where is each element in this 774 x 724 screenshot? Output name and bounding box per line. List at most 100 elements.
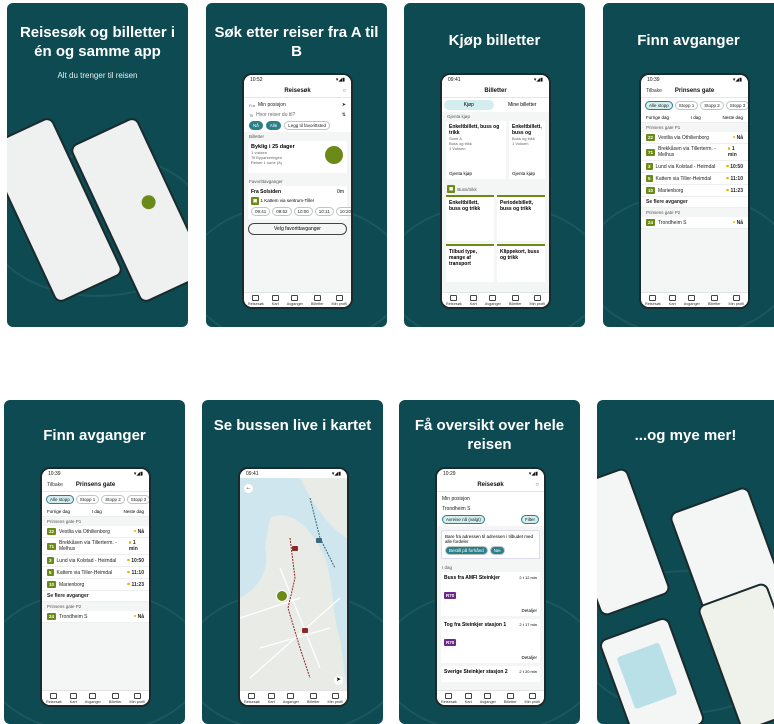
previous-day-button[interactable]: Forrige dag [47,509,70,514]
back-link[interactable]: Tilbake [646,88,662,94]
tab-profile[interactable]: Min profil [729,295,744,306]
previous-day-button[interactable]: Forrige dag [646,115,669,120]
details-link[interactable]: Detaljer [521,608,537,613]
tab-search[interactable]: Reisesøk [446,295,462,306]
departure-time[interactable]: 09:41 [251,207,271,216]
more-departures-link[interactable]: Se flere avganger [641,197,748,208]
tab-departures[interactable]: Avganger [684,295,700,306]
departure-row[interactable]: 10 Marienborg 11:23 [641,185,748,197]
tab-search[interactable]: Reisesøk [46,693,62,704]
tab-buy[interactable]: Kjøp [444,100,494,110]
departure-row[interactable]: 10 Marienborg 11:23 [42,579,149,591]
tab-map[interactable]: Kart [70,693,77,704]
next-day-button[interactable]: Neste dag [123,509,144,514]
departure-time[interactable]: 10:00 [293,207,313,216]
bus-marker-icon[interactable] [316,538,322,543]
tab-profile[interactable]: Min profil [525,693,540,704]
departure-row[interactable]: 22 Vestlia via Othilienborg Nå [42,526,149,538]
filter-chip[interactable]: Stopp 2 [101,495,125,504]
tab-search[interactable]: Reisesøk [441,693,457,704]
back-link[interactable]: Tilbake [47,482,63,488]
departure-row[interactable]: 24 Trondheim S Nå [42,611,149,623]
departure-row[interactable]: 3 Lund via Kolstad - Heimdal 10:50 [42,555,149,567]
to-field[interactable]: Trondheim S [442,506,470,512]
tab-departures[interactable]: Avganger [480,693,496,704]
filter-chip[interactable]: Alle stopp [46,495,74,504]
tab-tickets[interactable]: Billetter [311,295,324,306]
next-day-button[interactable]: Neste dag [722,115,743,120]
tab-tickets[interactable]: Billetter [509,295,522,306]
trip-card[interactable]: Buss fra AMFI Steinkjer 2 t 12 min R70 De… [441,572,540,616]
notice-secondary-button[interactable]: Nei [489,546,505,555]
departure-time[interactable]: 10:11 [314,207,334,216]
tab-search[interactable]: Reisesøk [244,693,260,704]
departure-row[interactable]: 24 Trondheim S Nå [641,217,748,229]
from-field[interactable]: Min posisjon [442,496,470,502]
filter-chip[interactable]: Stopp 2 [700,101,724,110]
repeat-purchase-link[interactable]: Gjenta kjøp [512,171,535,176]
to-field[interactable]: Hvor reiser du til? [256,112,295,118]
notice-primary-button[interactable]: Bestill på forhånd [445,546,488,555]
tab-tickets[interactable]: Billetter [504,693,517,704]
day-selector[interactable]: I dag [92,509,102,514]
tab-map[interactable]: Kart [470,295,477,306]
back-button[interactable]: ← [244,484,253,493]
tab-tickets[interactable]: Billetter [109,693,122,704]
departure-time[interactable]: 10:20 [335,207,351,216]
chat-icon[interactable]: ○ [342,88,346,94]
location-icon[interactable]: ➤ [342,102,346,108]
tab-map[interactable]: Kart [465,693,472,704]
bus-marker-icon[interactable] [292,546,298,551]
tab-tickets[interactable]: Billetter [307,693,320,704]
tab-map[interactable]: Kart [669,295,676,306]
favourite-departure-card[interactable]: Fra Solsiden 0m ▣ 1 Kattem via sentrum-Ti… [248,186,351,219]
tab-map[interactable]: Kart [268,693,275,704]
tab-profile[interactable]: Min profil [530,295,545,306]
departure-row[interactable]: 3 Lund via Kolstad - Heimdal 10:50 [641,161,748,173]
recent-ticket-card[interactable]: Enkeltbillett, buss og trikk Buss og tri… [509,121,545,179]
details-link[interactable]: Detaljer [521,655,537,660]
tab-search[interactable]: Reisesøk [248,295,264,306]
departure-row[interactable]: 5 Kattem via Tiller-Heimdal 11:10 [42,567,149,579]
departure-row[interactable]: 71 Brekkåsen via Tillerterm. - Melhus 1 mi… [641,144,748,161]
product-card[interactable]: Tilbud type, mange af transport [446,244,494,282]
ticket-card[interactable]: Byklig i 25 dager 1 voksen Til Byparkeri… [248,141,347,173]
locate-button[interactable]: ➤ [334,676,343,685]
bus-marker-icon[interactable] [302,628,308,633]
filter-button[interactable]: Filter [521,514,539,524]
tab-search[interactable]: Reisesøk [645,295,661,306]
from-field[interactable]: Min posisjon [258,102,286,108]
recent-ticket-card[interactable]: Enkeltbillett, buss og trikk Sone A Buss… [446,121,506,179]
tab-my-tickets[interactable]: Mine billetter [498,100,548,110]
mode-chip[interactable]: Alle [265,120,282,130]
swap-icon[interactable]: ⇅ [342,112,346,118]
day-selector[interactable]: I dag [691,115,701,120]
time-filter-chip[interactable]: Avreise nå (valgt) [442,514,485,524]
chat-icon[interactable]: ○ [535,482,539,488]
filter-chip[interactable]: Stopp 3 [126,495,149,504]
tab-departures[interactable]: Avganger [283,693,299,704]
departure-row[interactable]: 22 Vestlia via Othilienborg Nå [641,132,748,144]
filter-chip[interactable]: Stopp 1 [674,101,699,110]
tab-departures[interactable]: Avganger [485,295,501,306]
tab-profile[interactable]: Min profil [328,693,343,704]
time-chip[interactable]: Nå [249,120,263,130]
product-card[interactable]: Klippekort, buss og trikk [497,244,545,282]
tab-profile[interactable]: Min profil [130,693,145,704]
tab-departures[interactable]: Avganger [287,295,303,306]
product-card[interactable]: Enkeltbillett, buss og trikk [446,195,494,241]
choose-favourites-button[interactable]: Velg favorittavganger [248,223,347,235]
filter-chip[interactable]: Stopp 3 [725,101,748,110]
departure-time[interactable]: 09:52 [272,207,292,216]
tab-map[interactable]: Kart [272,295,279,306]
departure-row[interactable]: 5 Kattem via Tiller-Heimdal 11:10 [641,173,748,185]
more-departures-link[interactable]: Se flere avganger [42,591,149,602]
trip-card[interactable]: Tog fra Steinkjer stasjon 1 2 t 17 min R7… [441,619,540,663]
filter-chip[interactable]: Alle stopp [645,101,673,110]
repeat-purchase-link[interactable]: Gjenta kjøp [449,171,472,176]
filter-chip[interactable]: Stopp 1 [75,495,100,504]
add-favourite-chip[interactable]: Legg til favorittsted [284,120,331,130]
bus-marker-icon[interactable] [276,590,288,602]
product-card[interactable]: Periodebillett, buss og trikk [497,195,545,241]
trip-card[interactable]: Sverige Steinkjer stasjon 2 2 t 20 min [441,666,540,682]
